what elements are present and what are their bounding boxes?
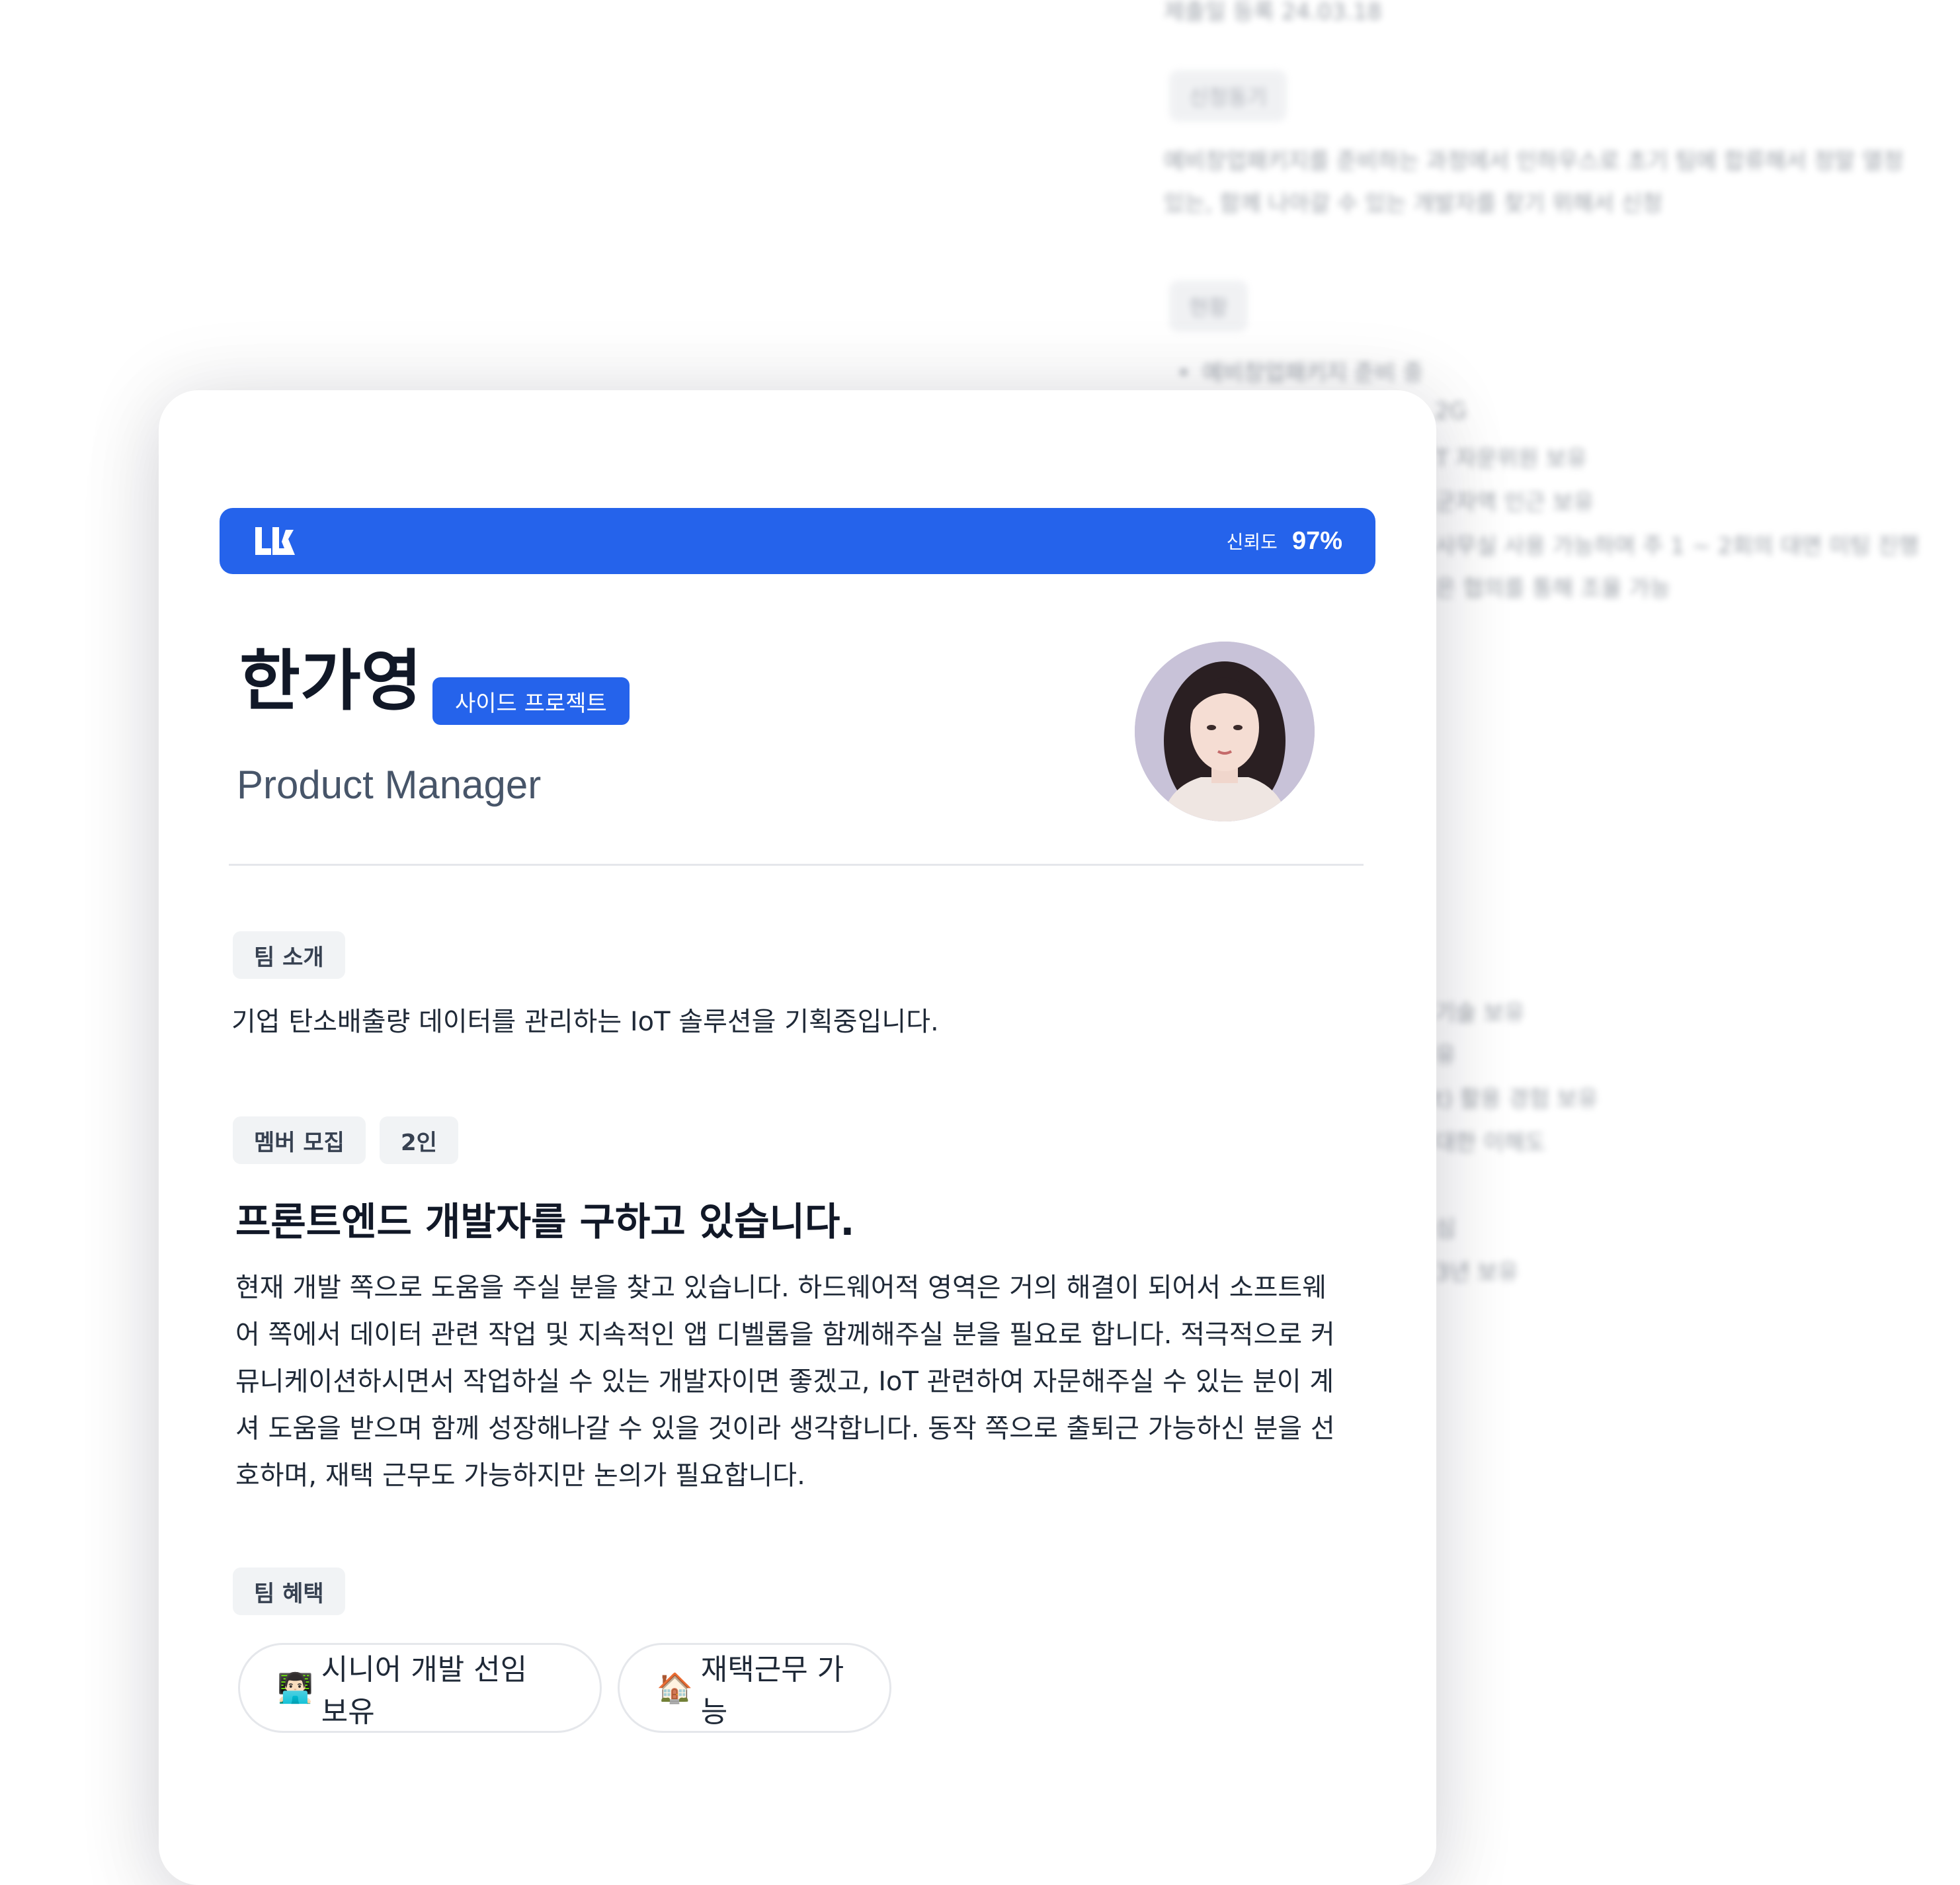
trust-label: 신뢰도 xyxy=(1226,532,1278,552)
bg-motivation-text: 예비창업패키지를 준비하는 과정에서 인하우스로 초기 팀에 합류해서 정말 열… xyxy=(1164,148,1904,175)
trust-score: 신뢰도 97% xyxy=(1227,508,1342,574)
team-intro-text: 기업 탄소배출량 데이터를 관리하는 IoT 솔루션을 기획중입니다. xyxy=(231,1007,939,1037)
recruit-description-line: 뮤니케이션하시면서 작업하실 수 있는 개발자이면 좋겠고, IoT 관련하여 … xyxy=(235,1366,1334,1397)
bg-submitted-date: 제출일 등록 24.03.18 xyxy=(1164,0,1382,25)
recruit-description: 현재 개발 쪽으로 도움을 주실 분을 찾고 있습니다. 하드웨어적 영역은 거… xyxy=(235,1265,1399,1499)
house-emoji-icon: 🏠 xyxy=(657,1671,693,1705)
header-divider xyxy=(229,864,1364,866)
recruit-count-badge: 2인 xyxy=(380,1116,458,1164)
project-type-badge: 사이드 프로젝트 xyxy=(432,677,630,725)
developer-emoji-icon: 👨🏻‍💻 xyxy=(277,1671,313,1705)
brand-logo-icon xyxy=(255,527,295,555)
bg-lower-item: 대한 이해도 xyxy=(1435,1130,1546,1156)
bg-status-item: 사무실 사용 가능하며 주 1 ~ 2회의 대면 미팅 진행 xyxy=(1435,533,1920,560)
bg-lower-item: 기술 보유 xyxy=(1435,1000,1525,1026)
bg-status-item: 예비창업패키지 준비 중 xyxy=(1177,355,1423,387)
team-benefits-label: 팀 혜택 xyxy=(233,1568,345,1615)
recruit-description-line: 셔 도움을 받으며 함께 성장해나갈 수 있을 것이라 생각합니다. 동작 쪽으… xyxy=(235,1413,1335,1444)
benefit-chip-senior-dev[interactable]: 👨🏻‍💻 시니어 개발 선임 보유 xyxy=(238,1643,602,1733)
avatar xyxy=(1135,642,1315,821)
recruit-title: 프론트엔드 개발자를 구하고 있습니다. xyxy=(235,1199,855,1244)
bg-lower-item: t) 활용 경험 보유 xyxy=(1435,1086,1598,1112)
trust-value: 97% xyxy=(1291,526,1342,555)
bg-status-item: T 자문위원 보유 xyxy=(1435,446,1588,472)
recruit-description-line: 호하며, 재택 근무도 가능하지만 논의가 필요합니다. xyxy=(235,1460,805,1491)
recruit-description-line: 현재 개발 쪽으로 도움을 주실 분을 찾고 있습니다. 하드웨어적 영역은 거… xyxy=(235,1273,1327,1303)
bg-motivation-text: 있는, 함께 나아갈 수 있는 개발자를 찾기 위해서 신청 xyxy=(1164,190,1663,217)
bg-lower-item: 유 xyxy=(1435,1042,1456,1069)
recruit-description-line: 어 쪽에서 데이터 관련 작업 및 지속적인 앱 디벨롭을 함께해주실 분을 필… xyxy=(235,1320,1335,1350)
benefit-label: 시니어 개발 선임 보유 xyxy=(321,1653,528,1729)
bg-motivation-label: 신청동기 xyxy=(1169,70,1287,122)
bg-status-label: 현황 xyxy=(1169,280,1248,332)
bg-lower-item: 심 xyxy=(1435,1216,1456,1242)
bg-lower-item: 3년 보유 xyxy=(1435,1259,1519,1286)
card-header-bar: 신뢰도 97% xyxy=(220,508,1375,574)
avatar-portrait-icon xyxy=(1135,642,1315,821)
recruit-label: 멤버 모집 xyxy=(233,1116,366,1164)
bg-status-item: 은 협의를 통해 조율 가능 xyxy=(1435,575,1671,602)
team-intro-label: 팀 소개 xyxy=(233,931,345,979)
profile-card[interactable]: 신뢰도 97% 한가영 사이드 프로젝트 Product Manager 팀 소… xyxy=(159,390,1436,1885)
bg-status-item: 2G xyxy=(1435,398,1467,425)
member-name: 한가영 xyxy=(239,642,422,720)
bg-status-item: 군자역 인근 보유 xyxy=(1435,489,1594,516)
benefit-chip-remote-work[interactable]: 🏠 재택근무 가능 xyxy=(618,1643,891,1733)
member-role: Product Manager xyxy=(237,763,542,807)
benefit-label: 재택근무 가능 xyxy=(700,1653,844,1729)
